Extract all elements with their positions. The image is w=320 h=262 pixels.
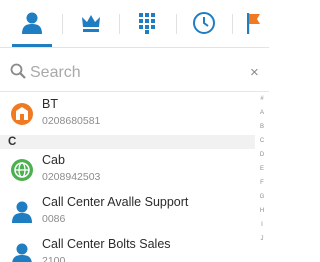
tab-favorites[interactable] xyxy=(68,0,114,46)
list-item[interactable]: Cab 0208942503 xyxy=(0,149,255,191)
index-letter[interactable]: F xyxy=(257,180,267,187)
tab-recents[interactable] xyxy=(181,0,227,46)
contact-number: 2100 xyxy=(42,255,66,262)
contact-name: Call Center Bolts Sales xyxy=(42,237,171,251)
tab-bar xyxy=(0,0,269,48)
list-item[interactable]: Call Center Avalle Support 0086 xyxy=(0,191,255,233)
contact-number: 0208680581 xyxy=(42,115,101,127)
index-letter[interactable]: D xyxy=(257,152,267,159)
contact-name: Cab xyxy=(42,153,65,167)
contact-number: 0086 xyxy=(42,213,66,225)
index-letter[interactable]: H xyxy=(257,208,267,215)
tab-flagged[interactable] xyxy=(236,0,269,46)
globe-icon xyxy=(11,159,33,181)
index-letter[interactable]: G xyxy=(257,194,267,201)
search-bar: × xyxy=(0,56,269,92)
index-letter[interactable]: C xyxy=(257,138,267,145)
person-icon xyxy=(12,201,32,223)
person-icon xyxy=(12,243,32,262)
search-icon xyxy=(10,63,26,84)
contact-number: 0208942503 xyxy=(42,171,101,183)
person-icon xyxy=(22,12,42,34)
contact-name: BT xyxy=(42,97,58,111)
index-letter[interactable]: I xyxy=(257,222,267,229)
index-letter[interactable]: # xyxy=(257,96,267,103)
list-item[interactable]: Call Center Bolts Sales 2100 xyxy=(0,233,255,262)
tab-contacts[interactable] xyxy=(8,0,56,47)
section-header: C xyxy=(0,135,255,149)
index-letter[interactable]: E xyxy=(257,166,267,173)
building-icon xyxy=(11,103,33,125)
tab-dialpad[interactable] xyxy=(124,0,170,46)
index-letter[interactable]: J xyxy=(257,236,267,243)
flag-icon xyxy=(246,13,260,34)
clock-icon xyxy=(193,12,215,34)
dialpad-icon xyxy=(139,13,155,34)
clear-search-button[interactable]: × xyxy=(250,64,259,82)
index-letter[interactable]: A xyxy=(257,110,267,117)
list-item[interactable]: BT 0208680581 xyxy=(0,93,255,135)
contact-name: Call Center Avalle Support xyxy=(42,195,189,209)
crown-icon xyxy=(82,15,100,32)
search-input[interactable] xyxy=(30,60,230,86)
index-letter[interactable]: B xyxy=(257,124,267,131)
